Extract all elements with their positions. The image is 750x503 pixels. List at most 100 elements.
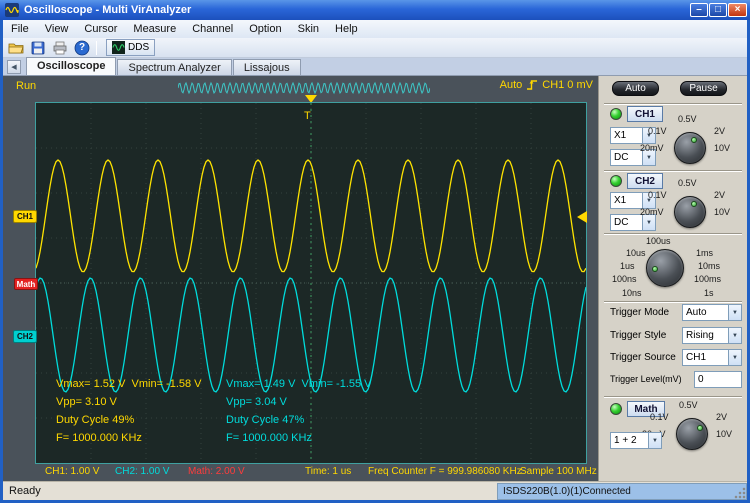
- chevron-down-icon: ▼: [728, 328, 741, 343]
- menu-measure[interactable]: Measure: [125, 21, 184, 37]
- chevron-down-icon: ▼: [648, 433, 661, 448]
- menu-view[interactable]: View: [37, 21, 77, 37]
- maximize-button[interactable]: □: [709, 3, 727, 17]
- ch1-gain-label: 2V: [714, 126, 726, 136]
- ch1-enable-led[interactable]: [610, 108, 622, 120]
- math-gain-label: 2V: [716, 412, 728, 422]
- dds-label: DDS: [128, 42, 150, 53]
- ch2-channel-button[interactable]: CH2: [627, 173, 663, 189]
- scope-display[interactable]: T Vmax= 1.52 V Vmin= -1.58 V Vpp= 3.10 V…: [35, 102, 587, 464]
- timebase-label: 10ns: [622, 288, 642, 298]
- tab-scroll-left-button[interactable]: ◀: [7, 60, 21, 74]
- knob-indicator: [697, 425, 703, 431]
- timebase-label: 1s: [704, 288, 714, 298]
- minimize-button[interactable]: –: [690, 3, 708, 17]
- ch2-gain-label: 10V: [714, 207, 731, 217]
- math-enable-led[interactable]: [610, 403, 622, 415]
- trigger-style-label: Trigger Style: [610, 330, 667, 341]
- timebase-label: 10us: [626, 248, 646, 258]
- run-status-label: Run: [16, 80, 37, 92]
- menu-option[interactable]: Option: [241, 21, 289, 37]
- trigger-style-select[interactable]: Rising ▼: [682, 327, 742, 344]
- ch1-volts-knob[interactable]: [674, 132, 706, 164]
- open-icon[interactable]: [7, 39, 25, 57]
- ch1-scale-readout: CH1: 1.00 V: [45, 466, 100, 477]
- menu-file[interactable]: File: [3, 21, 37, 37]
- toolbar-separator: [96, 40, 97, 55]
- help-icon[interactable]: ?: [73, 39, 91, 57]
- ch2-gain-label: 0.1V: [648, 190, 667, 200]
- title-bar: Oscilloscope - Multi VirAnalyzer – □ ×: [0, 0, 750, 20]
- trigger-mode-label: Trigger Mode: [610, 307, 670, 318]
- trigger-mode-select[interactable]: Auto ▼: [682, 304, 742, 321]
- ch2-position-marker[interactable]: CH2: [13, 330, 37, 343]
- menu-cursor[interactable]: Cursor: [76, 21, 125, 37]
- math-volts-knob[interactable]: [676, 418, 708, 450]
- math-gain-label: 0.1V: [650, 412, 669, 422]
- knob-indicator: [691, 137, 697, 143]
- ch2-enable-led[interactable]: [610, 175, 622, 187]
- ch2-measurements: Vmax= 1.49 V Vmin= -1.55 V Vpp= 3.04 V D…: [226, 378, 372, 444]
- ch2-gain-label: 20mV: [640, 207, 664, 217]
- trigger-level-input[interactable]: [694, 371, 742, 388]
- window-title: Oscilloscope - Multi VirAnalyzer: [24, 4, 192, 16]
- tab-oscilloscope[interactable]: Oscilloscope: [26, 57, 117, 75]
- ready-status: Ready: [9, 485, 41, 497]
- svg-text:T: T: [304, 110, 311, 122]
- oscilloscope-window: Oscilloscope - Multi VirAnalyzer – □ × F…: [0, 0, 750, 503]
- ch1-position-marker[interactable]: CH1: [13, 210, 37, 223]
- trigger-source-readout: CH1 0 mV: [542, 79, 593, 91]
- sample-rate-readout: Sample 100 MHz: [520, 466, 597, 477]
- divider: [604, 233, 742, 235]
- ch1-measurements: Vmax= 1.52 V Vmin= -1.58 V Vpp= 3.10 V D…: [56, 378, 202, 444]
- trigger-status-readout: Auto CH1 0 mV: [455, 79, 593, 91]
- menu-help[interactable]: Help: [327, 21, 366, 37]
- trigger-level-label: Trigger Level(mV): [610, 374, 682, 384]
- tab-bar: ◀ Oscilloscope Spectrum Analyzer Lissajo…: [3, 57, 747, 76]
- divider: [604, 170, 742, 172]
- trigger-source-select[interactable]: CH1 ▼: [682, 349, 742, 366]
- app-icon: [5, 3, 19, 17]
- timebase-readout: Time: 1 us: [305, 466, 352, 477]
- rising-edge-icon: [527, 80, 538, 90]
- ch1-gain-label: 10V: [714, 143, 731, 153]
- timebase-label: 100ms: [694, 274, 722, 284]
- menu-skin[interactable]: Skin: [290, 21, 327, 37]
- trigger-level-marker[interactable]: [577, 211, 587, 223]
- ch2-scale-readout: CH2: 1.00 V: [115, 466, 170, 477]
- device-status: ISDS220B(1.0)(1)Connected: [497, 483, 747, 500]
- tab-spectrum-analyzer[interactable]: Spectrum Analyzer: [117, 59, 232, 75]
- dds-toggle-button[interactable]: DDS: [106, 39, 156, 56]
- menu-channel[interactable]: Channel: [184, 21, 241, 37]
- resize-grip[interactable]: [734, 487, 746, 499]
- chevron-down-icon: ▼: [728, 305, 741, 320]
- timebase-knob[interactable]: [646, 249, 684, 287]
- divider: [604, 103, 742, 105]
- ch1-channel-button[interactable]: CH1: [627, 106, 663, 122]
- trigger-source-label: Trigger Source: [610, 352, 676, 363]
- freq-counter-readout: Freq Counter F = 999.986080 KHz: [368, 466, 522, 477]
- close-button[interactable]: ×: [728, 3, 747, 17]
- waveform-preview-strip[interactable]: [178, 80, 430, 96]
- save-icon[interactable]: [29, 39, 47, 57]
- status-bar: Ready ISDS220B(1.0)(1)Connected: [3, 481, 747, 500]
- math-position-marker[interactable]: Math: [14, 278, 38, 290]
- ch2-volts-knob[interactable]: [674, 196, 706, 228]
- print-icon[interactable]: [51, 39, 69, 57]
- timebase-label: 1us: [620, 261, 635, 271]
- ch2-gain-label: 0.5V: [678, 178, 697, 188]
- tab-lissajous[interactable]: Lissajous: [232, 59, 301, 75]
- knob-indicator: [691, 201, 697, 207]
- ch1-gain-label: 0.1V: [648, 126, 667, 136]
- auto-button[interactable]: Auto: [612, 81, 659, 96]
- knob-indicator: [652, 266, 658, 272]
- ch2-gain-label: 2V: [714, 190, 726, 200]
- chevron-down-icon: ▼: [642, 215, 655, 230]
- toolbar: ? DDS: [3, 38, 747, 58]
- trigger-mode-readout: Auto: [499, 79, 523, 91]
- pause-button[interactable]: Pause: [680, 81, 727, 96]
- timebase-label: 100ns: [612, 274, 637, 284]
- math-gain-label: 10V: [716, 429, 733, 439]
- ch1-gain-label: 20mV: [640, 143, 664, 153]
- math-operation-select[interactable]: 1 + 2 ▼: [610, 432, 662, 449]
